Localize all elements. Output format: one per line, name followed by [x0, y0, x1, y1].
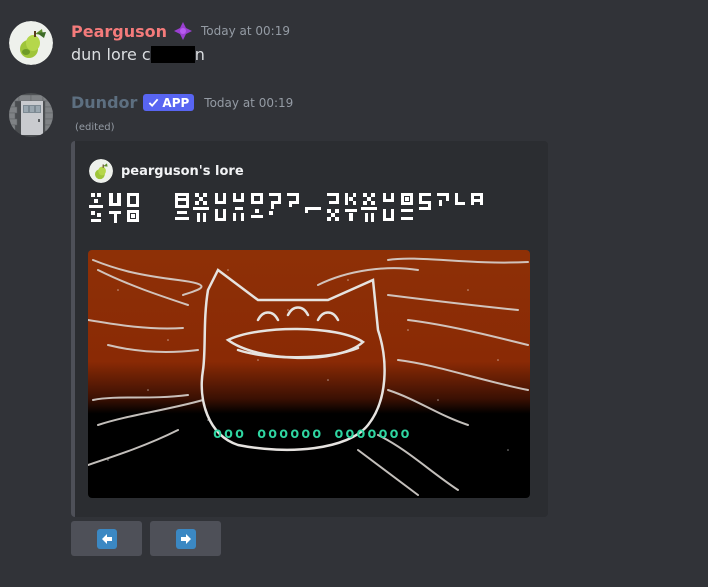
message-pearguson: Pearguson Today at 00:19 dun lore c n [0, 0, 708, 80]
next-button[interactable] [150, 521, 221, 556]
timestamp[interactable]: Today at 00:19 [204, 96, 293, 110]
arrow-left-icon [96, 528, 117, 549]
embed-title-glyphs [89, 191, 529, 237]
door-icon [9, 93, 53, 137]
app-badge: APP [143, 94, 195, 111]
embed: pearguson's lore ooo oooooo ooooooo [71, 141, 548, 517]
arrow-right-icon [175, 528, 196, 549]
pear-icon [89, 159, 113, 183]
embed-author-avatar [89, 159, 113, 183]
app-badge-label: APP [162, 95, 190, 110]
redaction-bar [150, 46, 195, 63]
embed-image[interactable]: ooo oooooo ooooooo [88, 250, 530, 498]
cat-drawing-image: ooo oooooo ooooooo [88, 250, 530, 498]
message-text-start: dun lore c [71, 45, 151, 64]
avatar-dundor[interactable] [9, 93, 53, 137]
avatar-pearguson[interactable] [9, 21, 53, 65]
alien-glyph-title [89, 193, 483, 223]
message-content: dun lore c n [71, 45, 205, 64]
previous-button[interactable] [71, 521, 142, 556]
username-pearguson[interactable]: Pearguson [71, 22, 167, 41]
embed-author: pearguson's lore [89, 159, 244, 183]
checkmark-icon [149, 98, 159, 108]
username-dundor[interactable]: Dundor [71, 93, 137, 112]
image-caption: ooo oooooo ooooooo [213, 424, 412, 442]
pear-icon [9, 21, 53, 65]
embed-author-name: pearguson's lore [121, 163, 244, 179]
purple-diamond-icon [174, 22, 193, 40]
timestamp[interactable]: Today at 00:19 [201, 24, 290, 38]
message-text-end: n [194, 45, 205, 64]
edited-label[interactable]: (edited) [75, 122, 115, 133]
